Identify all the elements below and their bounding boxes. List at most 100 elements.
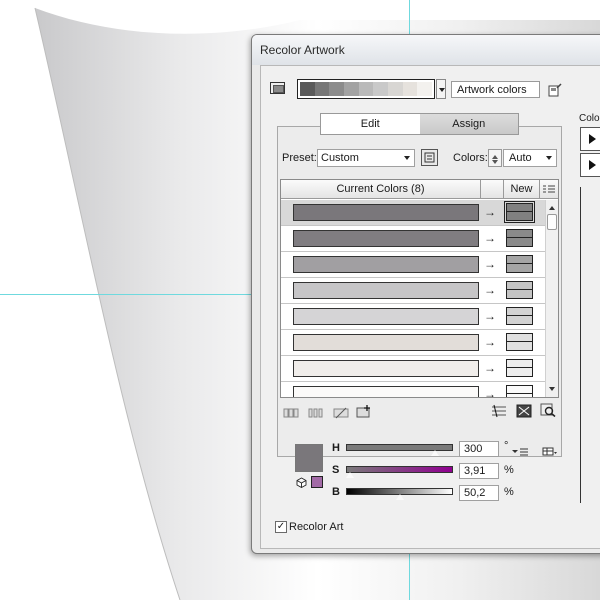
current-color-bar[interactable] bbox=[293, 308, 479, 325]
arrow-icon[interactable]: → bbox=[484, 334, 496, 350]
arrow-icon[interactable]: → bbox=[484, 360, 496, 376]
guide-horizontal bbox=[0, 294, 252, 295]
current-color-bar[interactable] bbox=[293, 256, 479, 273]
color-group-cell bbox=[358, 82, 374, 96]
color-group-cell bbox=[314, 82, 330, 96]
current-color-bar[interactable] bbox=[293, 204, 479, 221]
colors-select[interactable]: Auto bbox=[503, 149, 557, 167]
color-group-expand-button-1[interactable] bbox=[580, 127, 600, 151]
randomize-saturation-icon[interactable] bbox=[516, 404, 532, 418]
table-row[interactable]: → bbox=[281, 356, 545, 382]
find-colors-icon[interactable] bbox=[540, 403, 556, 417]
color-group-expand-button-2[interactable] bbox=[580, 153, 600, 177]
chevron-down-icon bbox=[546, 156, 552, 163]
active-color-swatch[interactable] bbox=[295, 444, 323, 472]
colors-value: Auto bbox=[509, 152, 532, 164]
tab-assign[interactable]: Assign bbox=[419, 114, 518, 134]
brightness-unit: % bbox=[504, 486, 514, 498]
color-table-icon[interactable] bbox=[542, 447, 558, 457]
new-color-swatch[interactable] bbox=[506, 359, 533, 377]
new-color-swatch[interactable] bbox=[506, 333, 533, 351]
recolor-artwork-dialog: Recolor Artwork Artwork colors Edit Assi… bbox=[251, 34, 600, 554]
table-row[interactable]: → bbox=[281, 382, 545, 397]
color-groups-label: Colo bbox=[579, 113, 600, 124]
color-mode-menu-icon[interactable] bbox=[512, 447, 528, 457]
new-color-swatch[interactable] bbox=[506, 281, 533, 299]
hue-label: H bbox=[332, 442, 340, 454]
table-scrollbar[interactable] bbox=[545, 200, 558, 397]
saturation-unit: % bbox=[504, 464, 514, 476]
brightness-label: B bbox=[332, 486, 340, 498]
tab-edit[interactable]: Edit bbox=[321, 114, 420, 134]
saturation-field[interactable]: 3,91 bbox=[459, 463, 499, 479]
color-group-cell bbox=[344, 82, 359, 96]
exclude-colors-icon[interactable] bbox=[333, 406, 349, 420]
current-color-bar[interactable] bbox=[293, 230, 479, 247]
new-color-swatch[interactable] bbox=[506, 255, 533, 273]
preset-select[interactable]: Custom bbox=[317, 149, 415, 167]
current-color-bar[interactable] bbox=[293, 334, 479, 351]
current-color-bar[interactable] bbox=[293, 282, 479, 299]
colors-table: Current Colors (8) New → → → → → → → → bbox=[280, 179, 559, 398]
color-group-cell bbox=[402, 82, 418, 96]
recolor-art-label: Recolor Art bbox=[289, 521, 344, 533]
brightness-slider-thumb[interactable] bbox=[394, 490, 405, 505]
hue-slider-thumb[interactable] bbox=[429, 446, 440, 461]
title-bar[interactable]: Recolor Artwork bbox=[252, 35, 600, 65]
table-row[interactable]: → bbox=[281, 226, 545, 252]
recolor-art-checkbox[interactable]: ✓ bbox=[275, 521, 287, 533]
hue-unit: ° bbox=[504, 440, 509, 452]
arrow-icon[interactable]: → bbox=[484, 282, 496, 298]
preset-label: Preset: bbox=[282, 152, 317, 164]
colors-rows: → → → → → → → → bbox=[281, 200, 545, 397]
randomize-order-icon[interactable] bbox=[491, 404, 507, 418]
new-row-icon[interactable] bbox=[356, 404, 372, 418]
tab-bar: Edit Assign bbox=[320, 113, 519, 135]
color-group-cell bbox=[417, 82, 433, 96]
hue-field[interactable]: 300 bbox=[459, 441, 499, 457]
saturation-label: S bbox=[332, 464, 340, 476]
new-color-swatch[interactable] bbox=[506, 385, 533, 397]
new-color-swatch[interactable] bbox=[506, 229, 533, 247]
table-header: Current Colors (8) New bbox=[281, 180, 558, 199]
new-color-swatch[interactable] bbox=[506, 307, 533, 325]
table-row[interactable]: → bbox=[281, 200, 545, 226]
colors-label: Colors: bbox=[453, 152, 488, 164]
color-groups-border bbox=[580, 187, 581, 503]
color-group-strip[interactable] bbox=[297, 79, 435, 99]
arrow-icon[interactable]: → bbox=[484, 204, 496, 220]
arrow-icon[interactable]: → bbox=[484, 230, 496, 246]
current-color-bar[interactable] bbox=[293, 386, 479, 397]
table-row[interactable]: → bbox=[281, 252, 545, 278]
current-colors-header[interactable]: Current Colors (8) bbox=[281, 180, 481, 199]
colors-stepper[interactable] bbox=[488, 149, 502, 167]
brightness-field[interactable]: 50,2 bbox=[459, 485, 499, 501]
arrow-icon[interactable]: → bbox=[484, 386, 496, 397]
save-color-group-icon[interactable] bbox=[548, 83, 562, 97]
arrow-icon[interactable]: → bbox=[484, 308, 496, 324]
color-group-cell bbox=[329, 82, 345, 96]
dialog-title: Recolor Artwork bbox=[260, 43, 345, 57]
current-color-bar[interactable] bbox=[293, 360, 479, 377]
preset-options-icon[interactable] bbox=[421, 149, 438, 166]
column-menu-icon[interactable] bbox=[543, 185, 555, 194]
separate-colors-icon[interactable] bbox=[308, 406, 324, 420]
artwork-colors-field[interactable]: Artwork colors bbox=[451, 81, 540, 98]
color-group-cell bbox=[373, 82, 389, 96]
saturation-slider-thumb[interactable] bbox=[345, 468, 356, 483]
preset-value: Custom bbox=[321, 152, 359, 164]
new-color-swatch[interactable] bbox=[504, 201, 535, 223]
gamut-cube-icon[interactable] bbox=[296, 477, 307, 488]
table-row[interactable]: → bbox=[281, 330, 545, 356]
merge-colors-icon[interactable] bbox=[283, 406, 299, 420]
arrow-icon[interactable]: → bbox=[484, 256, 496, 272]
out-of-gamut-swatch[interactable] bbox=[311, 476, 323, 488]
saturation-slider[interactable] bbox=[346, 466, 453, 473]
color-group-cell bbox=[300, 82, 315, 96]
table-row[interactable]: → bbox=[281, 304, 545, 330]
chevron-down-icon bbox=[404, 156, 410, 163]
color-group-dropdown[interactable] bbox=[436, 79, 446, 99]
color-group-swatch[interactable] bbox=[270, 82, 285, 94]
new-colors-header[interactable]: New bbox=[504, 180, 540, 199]
table-row[interactable]: → bbox=[281, 278, 545, 304]
